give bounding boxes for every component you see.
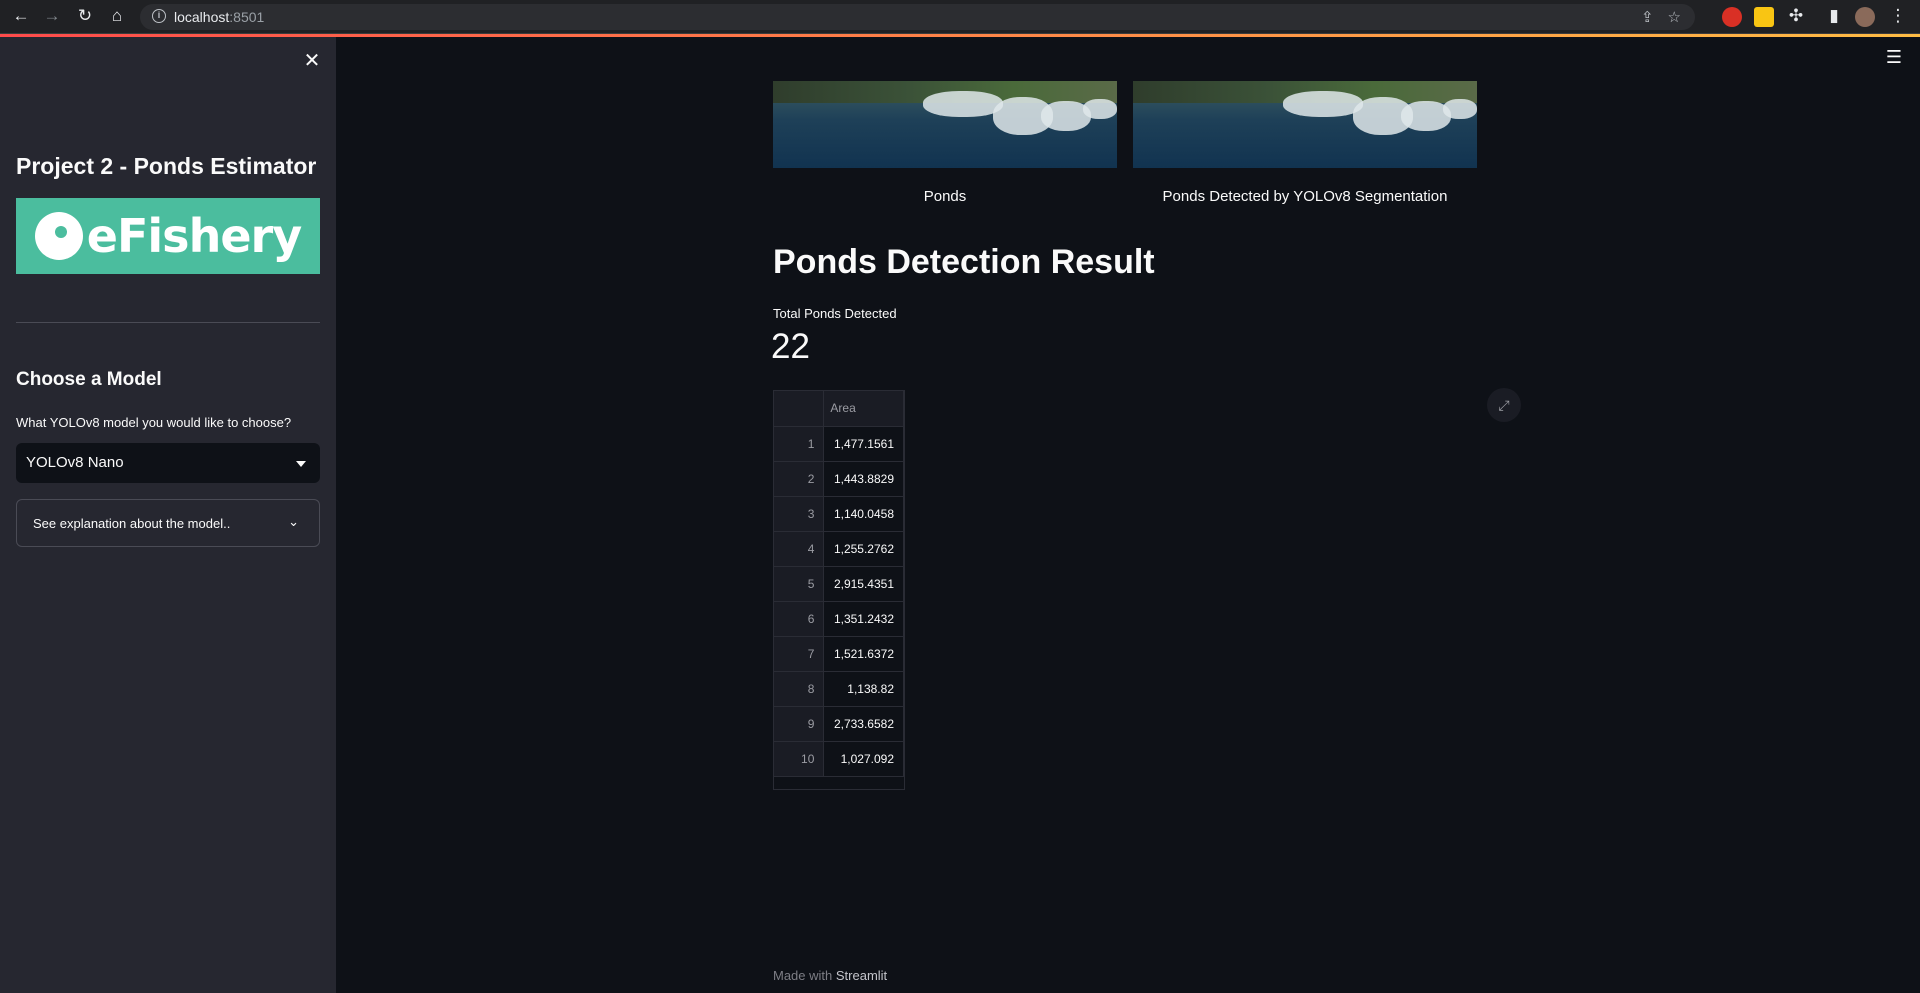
model-select[interactable]: YOLOv8 Nano [16,443,320,483]
row-index: 4 [774,531,825,567]
expander-label: See explanation about the model.. [33,516,231,531]
back-icon[interactable]: ← [10,5,32,27]
star-icon[interactable]: ☆ [1668,8,1681,26]
table-row[interactable]: 8 1,138.82 [774,671,904,707]
model-explanation-expander[interactable]: See explanation about the model.. ⌄ [16,499,320,547]
area-column-header[interactable]: Area [823,391,904,427]
info-icon[interactable]: i [152,9,166,23]
area-cell[interactable]: 2,733.6582 [823,706,904,742]
row-index: 6 [774,601,825,637]
hamburger-icon[interactable]: ☰ [1884,47,1904,67]
forward-icon[interactable]: → [41,5,63,27]
table-row[interactable]: 7 1,521.6372 [774,636,904,672]
logo-text: eFishery [86,209,302,263]
home-icon[interactable]: ⌂ [106,5,128,27]
ponds-image [773,81,1117,168]
fish-logo-icon [34,212,83,260]
footer-prefix: Made with [773,968,833,983]
ponds-detected-image [1133,81,1477,168]
browser-toolbar: ← → ↻ ⌂ i localhost:8501 ⇪ ☆ ✣ ▮ ⋮ [0,0,1920,34]
area-cell[interactable]: 1,351.2432 [823,601,904,637]
reload-icon[interactable]: ↻ [74,5,96,27]
row-index: 5 [774,566,825,602]
puzzle-icon[interactable]: ✣ [1785,5,1807,27]
table-row[interactable]: 5 2,915.4351 [774,566,904,602]
model-heading: Choose a Model [16,369,162,390]
sidebar-title: Project 2 - Ponds Estimator [16,153,317,179]
area-cell[interactable]: 1,521.6372 [823,636,904,672]
table-row[interactable]: 4 1,255.2762 [774,531,904,567]
ponds-caption: Ponds [923,188,967,205]
avatar[interactable] [1855,7,1875,27]
address-bar[interactable]: i localhost:8501 ⇪ ☆ [140,4,1695,30]
kebab-icon[interactable]: ⋮ [1887,5,1909,27]
metric-label: Total Ponds Detected [773,306,897,321]
row-index: 3 [774,496,825,532]
row-index: 10 [774,741,825,777]
area-cell[interactable]: 1,027.092 [823,741,904,777]
row-index: 1 [774,426,825,462]
area-cell[interactable]: 1,140.0458 [823,496,904,532]
chevron-down-icon: ⌄ [288,514,299,529]
table-row[interactable]: 10 1,027.092 [774,741,904,777]
table-row[interactable]: 9 2,733.6582 [774,706,904,742]
close-icon[interactable]: ✕ [300,49,324,73]
page-title: Ponds Detection Result [773,243,1155,281]
table-row[interactable]: 3 1,140.0458 [774,496,904,532]
streamlit-link[interactable]: Streamlit [836,968,887,983]
table-row[interactable]: 1 1,477.1561 [774,426,904,462]
model-question-label: What YOLOv8 model you would like to choo… [16,415,292,430]
area-cell[interactable]: 1,255.2762 [823,531,904,567]
row-index: 7 [774,636,825,672]
model-select-value: YOLOv8 Nano [26,454,124,471]
fullscreen-icon[interactable]: ⤢ [1487,388,1521,422]
sidebar: ✕ Project 2 - Ponds Estimator eFishery C… [0,37,336,993]
area-cell[interactable]: 1,443.8829 [823,461,904,497]
divider [16,322,320,323]
area-cell[interactable]: 1,138.82 [823,671,904,707]
row-index: 2 [774,461,825,497]
share-icon[interactable]: ⇪ [1641,8,1654,26]
area-cell[interactable]: 2,915.4351 [823,566,904,602]
metric-value: 22 [771,327,810,366]
table-row[interactable]: 6 1,351.2432 [774,601,904,637]
extension-icon[interactable] [1754,7,1774,27]
table-row[interactable]: 2 1,443.8829 [774,461,904,497]
footer: Made with Streamlit [773,968,887,983]
caret-down-icon [296,461,306,467]
efishery-logo: eFishery [16,198,320,274]
row-index: 8 [774,671,825,707]
extension-icon[interactable] [1722,7,1742,27]
sidepanel-icon[interactable]: ▮ [1823,5,1845,27]
index-header [774,391,825,427]
area-dataframe[interactable]: Area 1 1,477.1561 2 1,443.8829 3 1,140.0458 4 1… [773,390,905,790]
detected-caption: Ponds Detected by YOLOv8 Segmentation [1162,188,1448,205]
row-index: 9 [774,706,825,742]
url-text: localhost:8501 [174,9,265,25]
area-cell[interactable]: 1,477.1561 [823,426,904,462]
